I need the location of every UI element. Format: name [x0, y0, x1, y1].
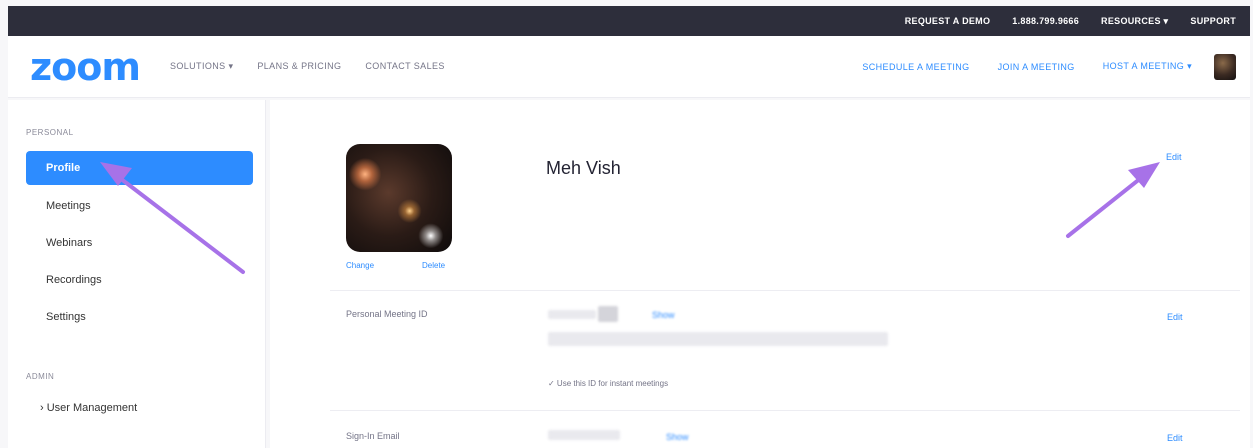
edit-pmi-link[interactable]: Edit: [1167, 312, 1183, 322]
pmi-show-link[interactable]: Show: [652, 310, 675, 320]
sidebar: PERSONAL Profile Meetings Webinars Recor…: [8, 100, 266, 448]
sidebar-item-webinars[interactable]: Webinars: [26, 226, 253, 260]
delete-photo-link[interactable]: Delete: [422, 261, 445, 270]
nav-right: SCHEDULE A MEETING JOIN A MEETING HOST A…: [862, 61, 1192, 72]
profile-name: Meh Vish: [546, 158, 621, 178]
user-avatar[interactable]: [1214, 53, 1236, 80]
pmi-value-blurred: [548, 310, 596, 319]
pmi-instant-note[interactable]: ✓ Use this ID for instant meetings: [548, 379, 668, 388]
profile-photo[interactable]: [346, 144, 452, 252]
solutions-menu[interactable]: SOLUTIONS ▾: [170, 61, 233, 72]
nav-left: SOLUTIONS ▾ PLANS & PRICING CONTACT SALE…: [170, 61, 445, 72]
sidebar-section-admin: ADMIN: [26, 372, 55, 381]
pmi-url-blurred: [548, 332, 888, 346]
pmi-value-blurred: [598, 306, 618, 322]
sidebar-item-user-management[interactable]: › User Management: [26, 391, 253, 425]
request-demo-link[interactable]: REQUEST A DEMO: [905, 16, 991, 26]
edit-profile-link[interactable]: Edit: [1166, 152, 1182, 162]
email-label: Sign-In Email: [346, 431, 400, 441]
host-meeting-menu[interactable]: HOST A MEETING ▾: [1103, 61, 1192, 72]
sidebar-item-meetings[interactable]: Meetings: [26, 189, 253, 223]
edit-email-link[interactable]: Edit: [1167, 433, 1183, 443]
change-photo-link[interactable]: Change: [346, 261, 374, 270]
top-utility-bar: REQUEST A DEMO 1.888.799.9666 RESOURCES …: [8, 6, 1250, 36]
sidebar-item-settings[interactable]: Settings: [26, 300, 253, 334]
join-meeting-link[interactable]: JOIN A MEETING: [998, 62, 1075, 72]
resources-menu[interactable]: RESOURCES ▾: [1101, 16, 1168, 27]
section-divider: [330, 410, 1240, 411]
schedule-meeting-link[interactable]: SCHEDULE A MEETING: [862, 62, 969, 72]
main-header: zoom SOLUTIONS ▾ PLANS & PRICING CONTACT…: [8, 36, 1250, 98]
zoom-logo[interactable]: zoom: [30, 45, 141, 89]
support-link[interactable]: SUPPORT: [1190, 16, 1236, 26]
sidebar-item-profile[interactable]: Profile: [26, 151, 253, 185]
email-value-blurred: [548, 430, 620, 440]
contact-sales-link[interactable]: CONTACT SALES: [365, 61, 444, 72]
section-divider: [330, 290, 1240, 291]
profile-panel: Change Delete Meh Vish Edit Personal Mee…: [270, 100, 1250, 448]
email-show-link[interactable]: Show: [666, 432, 689, 442]
sidebar-item-recordings[interactable]: Recordings: [26, 263, 253, 297]
pmi-label: Personal Meeting ID: [346, 309, 428, 319]
sidebar-section-personal: PERSONAL: [26, 128, 74, 137]
plans-pricing-link[interactable]: PLANS & PRICING: [257, 61, 341, 72]
phone-link[interactable]: 1.888.799.9666: [1012, 16, 1079, 26]
